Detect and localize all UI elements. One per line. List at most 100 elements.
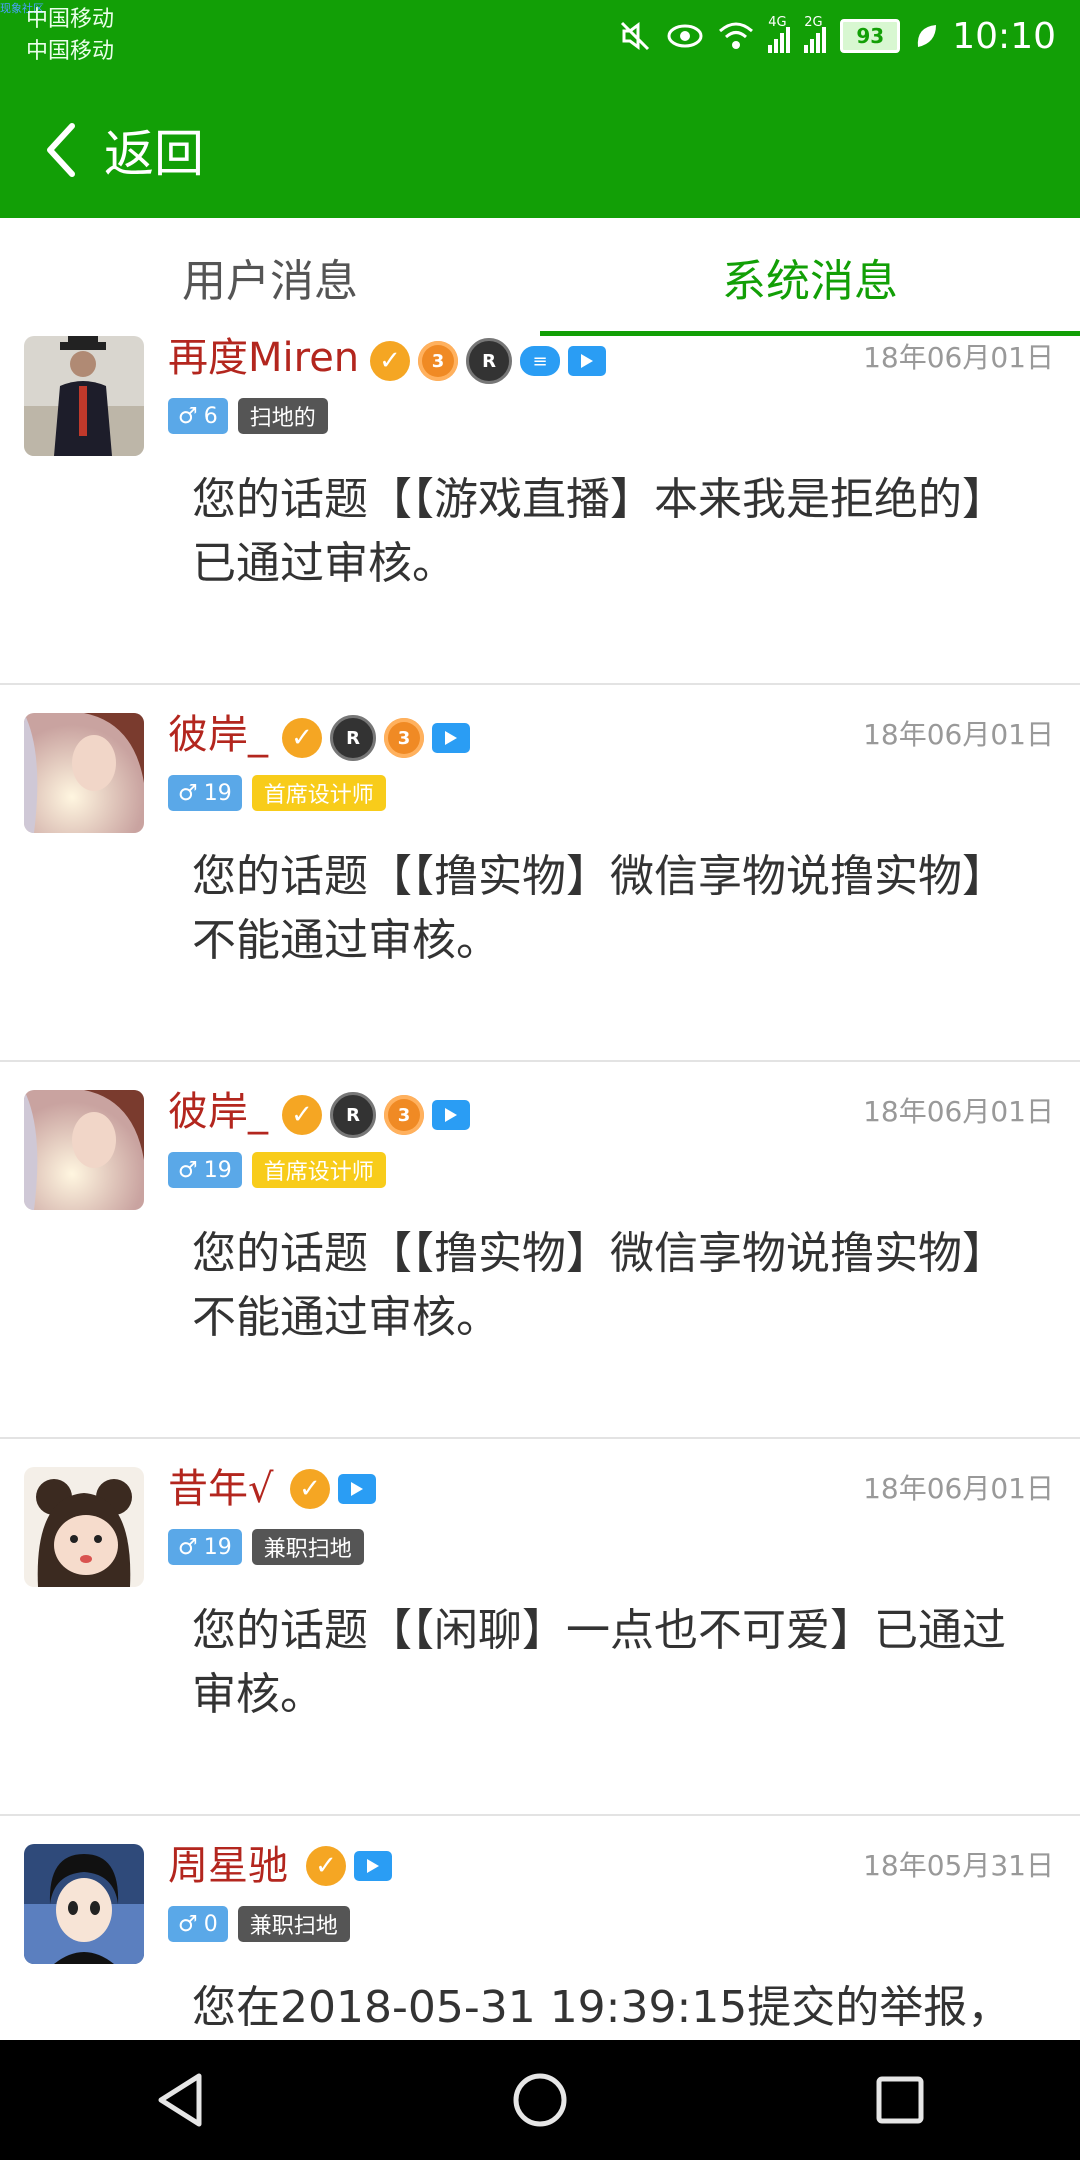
- message-item[interactable]: 彼岸_ ✓ R 3 ♂ 19 首席设计师 18年06月01日 您的话题【【撸实物…: [0, 685, 1080, 1062]
- user-tags: ♂ 6 扫地的: [168, 398, 328, 434]
- recents-square-icon: [876, 2076, 924, 2124]
- signal-2-icon: 2G: [804, 15, 827, 53]
- carrier-info: 中国移动 中国移动: [26, 4, 114, 68]
- badge-row: ✓ R 3: [282, 1092, 470, 1138]
- avatar[interactable]: [24, 1090, 144, 1210]
- network-1-label: 4G: [768, 15, 787, 30]
- message-text: 您在2018-05-31 19:39:15提交的举报，: [192, 1982, 1012, 2033]
- rank-badge: 兼职扫地: [237, 1906, 350, 1942]
- gender-level-badge: ♂ 19: [168, 1529, 242, 1565]
- user-level: 19: [203, 1157, 232, 1183]
- badge-row: ✓: [290, 1469, 376, 1509]
- video-icon: [432, 723, 470, 753]
- status-icons: 4G 2G 93 10:10: [618, 12, 1056, 60]
- gender-level-badge: ♂ 0: [168, 1906, 228, 1942]
- medal-icon: 3: [384, 718, 424, 758]
- user-level: 6: [203, 403, 218, 429]
- verified-icon: ✓: [282, 718, 322, 758]
- message-date: 18年05月31日: [863, 1849, 1054, 1882]
- signal-1-icon: 4G: [768, 15, 791, 53]
- user-tags: ♂ 0 兼职扫地: [168, 1906, 350, 1942]
- avatar[interactable]: [24, 336, 144, 456]
- medal-icon: R: [330, 715, 376, 761]
- video-icon: [432, 1100, 470, 1130]
- medal-icon: 3: [384, 1095, 424, 1135]
- battery-icon: 93: [840, 19, 901, 53]
- video-icon: [568, 346, 606, 376]
- username[interactable]: 彼岸_: [168, 1084, 268, 1140]
- medal-icon: 3: [418, 341, 458, 381]
- message-date: 18年06月01日: [863, 718, 1054, 751]
- wifi-icon: [719, 22, 754, 49]
- back-triangle-icon: [158, 2073, 202, 2127]
- message-text: 您的话题【【游戏直播】本来我是拒绝的】已通过审核。: [192, 474, 1006, 589]
- nav-back-button[interactable]: [140, 2060, 220, 2140]
- message-list[interactable]: 再度Miren ✓ 3 R ≡ ♂ 6 扫地的 18年06月01日 您的话题【【…: [0, 336, 1080, 2040]
- nav-recents-button[interactable]: [860, 2060, 940, 2140]
- video-icon: [338, 1474, 376, 1504]
- mute-icon: [621, 21, 650, 51]
- user-level: 0: [203, 1911, 218, 1937]
- home-circle-icon: [513, 2073, 567, 2127]
- gender-level-badge: ♂ 6: [168, 398, 228, 434]
- gender-level-badge: ♂ 19: [168, 1152, 242, 1188]
- avatar[interactable]: [24, 1844, 144, 1964]
- user-tags: ♂ 19 首席设计师: [168, 775, 386, 811]
- message-item[interactable]: 彼岸_ ✓ R 3 ♂ 19 首席设计师 18年06月01日 您的话题【【撸实物…: [0, 1062, 1080, 1439]
- user-tags: ♂ 19 兼职扫地: [168, 1529, 364, 1565]
- chat-bubble-icon: ≡: [520, 346, 560, 376]
- username[interactable]: 彼岸_: [168, 707, 268, 763]
- username[interactable]: 昔年√: [168, 1461, 274, 1517]
- message-item[interactable]: 昔年√ ✓ ♂ 19 兼职扫地 18年06月01日 您的话题【【闲聊】一点也不可…: [0, 1439, 1080, 1816]
- leaf-icon: [918, 25, 937, 47]
- user-tags: ♂ 19 首席设计师: [168, 1152, 386, 1188]
- tab-user-messages[interactable]: 用户消息: [0, 218, 540, 336]
- verified-icon: ✓: [306, 1846, 346, 1886]
- medal-icon: R: [466, 338, 512, 384]
- chevron-left-icon: [47, 123, 75, 177]
- app-header: 现象社区 中国移动 中国移动 4G 2G 93 10:10 返回: [0, 0, 1080, 218]
- message-text: 您的话题【【撸实物】微信享物说撸实物】不能通过审核。: [192, 851, 1006, 966]
- username[interactable]: 再度Miren: [168, 336, 359, 386]
- gender-icon: ♂: [178, 1157, 198, 1183]
- gender-level-badge: ♂ 19: [168, 775, 242, 811]
- username[interactable]: 周星驰: [168, 1838, 288, 1894]
- tab-bar: 用户消息 系统消息: [0, 218, 1080, 338]
- verified-icon: ✓: [282, 1095, 322, 1135]
- message-item[interactable]: 周星驰 ✓ ♂ 0 兼职扫地 18年05月31日 您在2018-05-31 19…: [0, 1816, 1080, 2040]
- message-item[interactable]: 再度Miren ✓ 3 R ≡ ♂ 6 扫地的 18年06月01日 您的话题【【…: [0, 336, 1080, 685]
- nav-home-button[interactable]: [500, 2060, 580, 2140]
- clock: 10:10: [952, 15, 1056, 57]
- eye-comfort-icon: [667, 24, 703, 48]
- verified-icon: ✓: [370, 341, 410, 381]
- rank-badge: 兼职扫地: [251, 1529, 364, 1565]
- message-date: 18年06月01日: [863, 341, 1054, 374]
- avatar[interactable]: [24, 713, 144, 833]
- battery-level: 93: [856, 24, 885, 48]
- message-text: 您的话题【【闲聊】一点也不可爱】已通过审核。: [192, 1605, 1006, 1720]
- carrier-1: 中国移动: [26, 7, 115, 32]
- message-date: 18年06月01日: [863, 1095, 1054, 1128]
- message-text: 您的话题【【撸实物】微信享物说撸实物】不能通过审核。: [192, 1228, 1006, 1343]
- back-button[interactable]: 返回: [44, 110, 204, 190]
- rank-badge: 扫地的: [237, 398, 328, 434]
- avatar[interactable]: [24, 1467, 144, 1587]
- badge-row: ✓: [306, 1846, 392, 1886]
- verified-icon: ✓: [290, 1469, 330, 1509]
- video-icon: [354, 1851, 392, 1881]
- tab-system-messages[interactable]: 系统消息: [540, 218, 1080, 336]
- medal-icon: R: [330, 1092, 376, 1138]
- gender-icon: ♂: [178, 1534, 198, 1560]
- rank-badge: 首席设计师: [251, 775, 386, 811]
- system-nav-bar: [0, 2040, 1080, 2160]
- network-2-label: 2G: [804, 15, 823, 30]
- back-label: 返回: [104, 125, 204, 183]
- user-level: 19: [203, 780, 232, 806]
- badge-row: ✓ 3 R ≡: [370, 338, 606, 384]
- carrier-2: 中国移动: [26, 39, 115, 64]
- gender-icon: ♂: [178, 403, 198, 429]
- gender-icon: ♂: [178, 1911, 198, 1937]
- rank-badge: 首席设计师: [251, 1152, 386, 1188]
- user-level: 19: [203, 1534, 232, 1560]
- message-date: 18年06月01日: [863, 1472, 1054, 1505]
